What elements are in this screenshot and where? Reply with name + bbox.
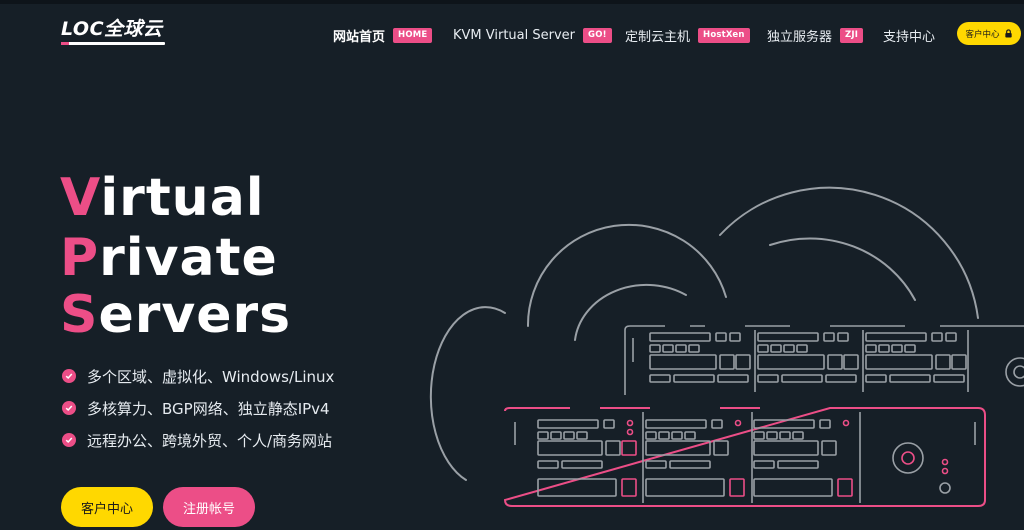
server-rack-icon <box>624 325 1024 395</box>
server-rack-icon <box>503 407 986 507</box>
cloud-illustration <box>429 186 1024 507</box>
